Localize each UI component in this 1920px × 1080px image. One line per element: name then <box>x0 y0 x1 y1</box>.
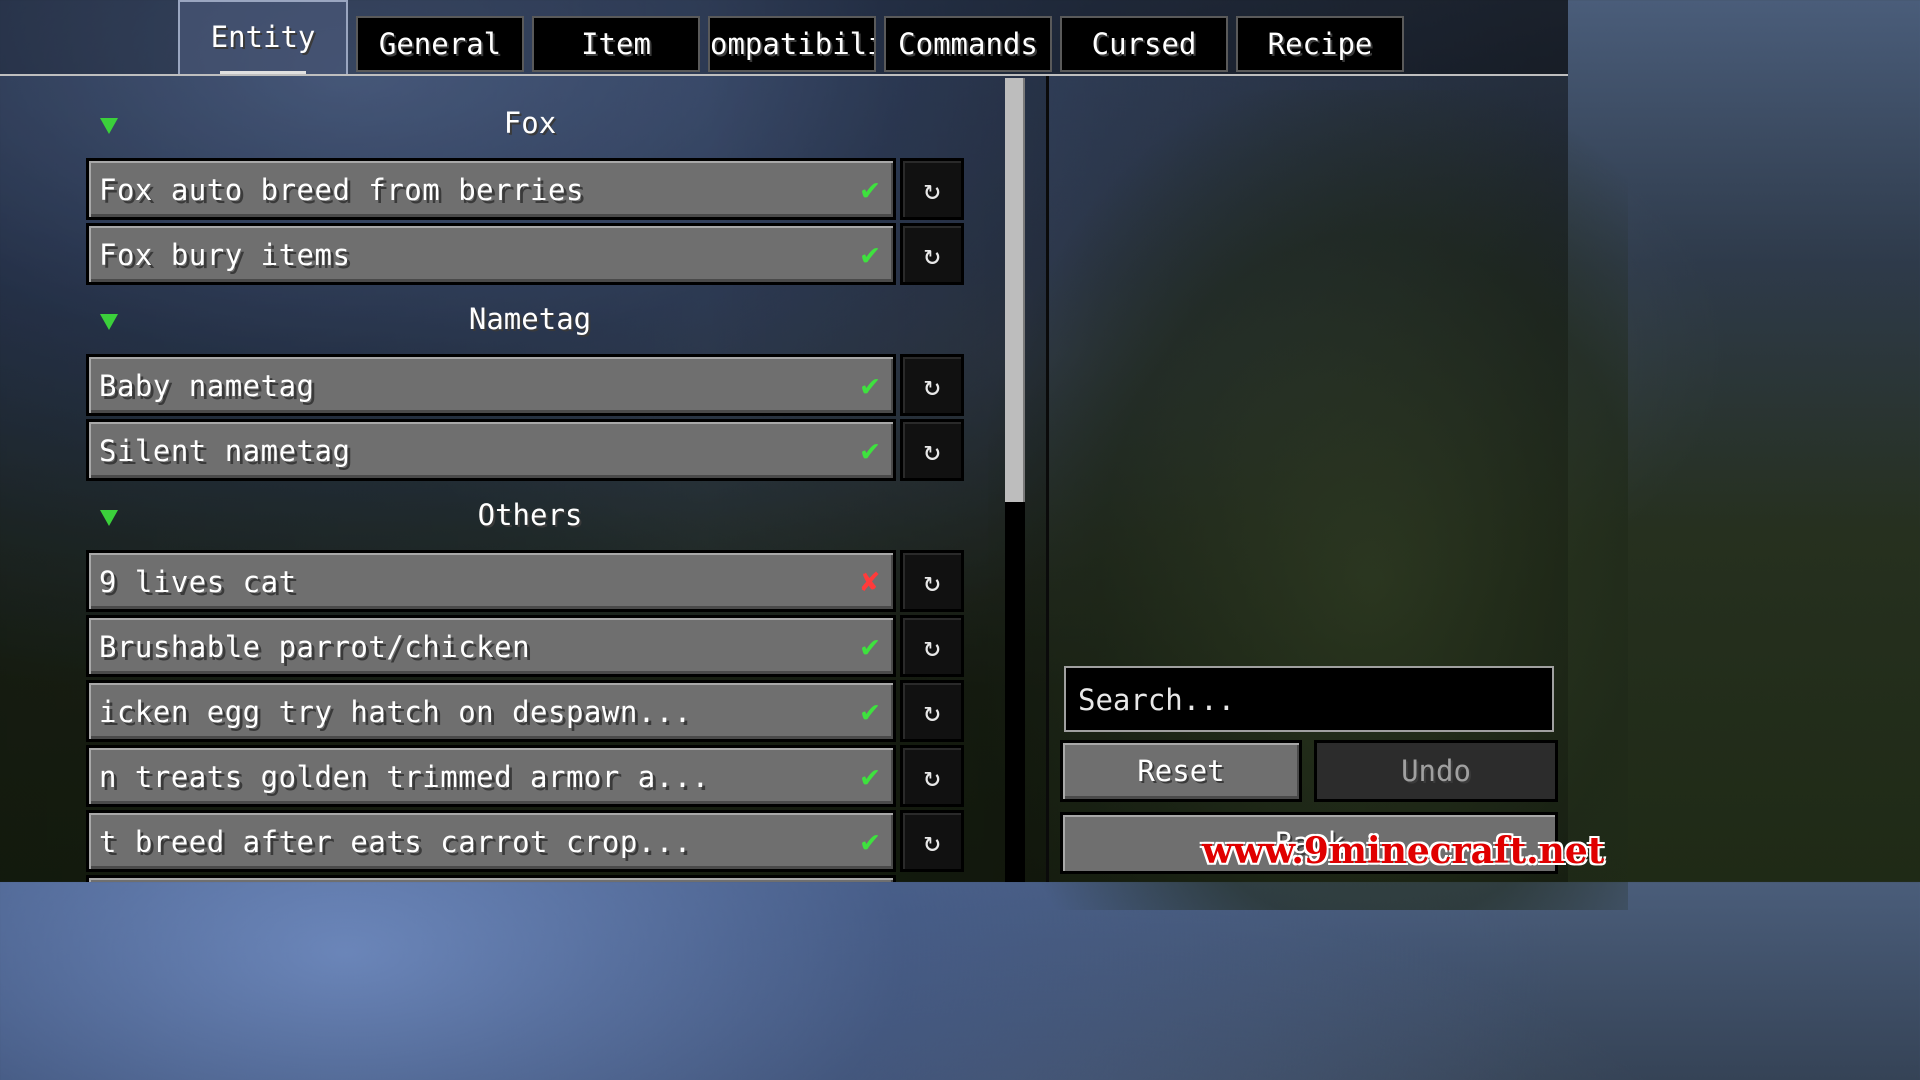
option-label: n treats golden trimmed armor a... <box>99 760 710 794</box>
tab-bar: Entity General Item ompatibility Command… <box>0 0 1568 76</box>
tab-general[interactable]: General <box>356 16 524 72</box>
undo-button[interactable]: Undo <box>1314 740 1558 802</box>
category-others[interactable]: Others <box>0 498 1000 538</box>
toggle-option[interactable]: Baby nametag ✔ <box>86 354 896 416</box>
reset-option-button[interactable]: ↻ <box>900 354 964 416</box>
check-icon: ✔ <box>860 824 880 859</box>
reset-arrow-icon: ↻ <box>923 237 941 271</box>
option-label: Fox bury items <box>99 238 351 272</box>
category-fox[interactable]: Fox <box>0 106 1000 146</box>
tab-commands[interactable]: Commands <box>884 16 1052 72</box>
reset-arrow-icon: ↻ <box>923 759 941 793</box>
list-item: n treats golden trimmed armor a... ✔ ↻ <box>86 745 964 807</box>
category-title: Others <box>477 498 583 532</box>
list-item: icken egg try hatch on despawn... ✔ ↻ <box>86 680 964 742</box>
list-item: Silent nametag ✔ ↻ <box>86 419 964 481</box>
toggle-option[interactable] <box>86 875 896 882</box>
scrollbar[interactable] <box>1005 78 1025 882</box>
check-icon: ✔ <box>860 694 880 729</box>
option-label: 9 lives cat <box>99 565 297 599</box>
toggle-option[interactable]: n treats golden trimmed armor a... ✔ <box>86 745 896 807</box>
list-item: t breed after eats carrot crop... ✔ ↻ <box>86 810 964 872</box>
toggle-option[interactable]: Fox auto breed from berries ✔ <box>86 158 896 220</box>
reset-arrow-icon: ↻ <box>923 694 941 728</box>
list-item: Brushable parrot/chicken ✔ ↻ <box>86 615 964 677</box>
check-icon: ✔ <box>860 759 880 794</box>
tab-item[interactable]: Item <box>532 16 700 72</box>
option-label: Silent nametag <box>99 434 351 468</box>
search-box[interactable] <box>1064 666 1554 732</box>
list-item: Fox bury items ✔ ↻ <box>86 223 964 285</box>
category-title: Nametag <box>468 302 592 336</box>
option-label: Baby nametag <box>99 369 315 403</box>
check-icon: ✔ <box>860 629 880 664</box>
tab-cursed[interactable]: Cursed <box>1060 16 1228 72</box>
tab-entity[interactable]: Entity <box>178 0 348 74</box>
watermark: www.9minecraft.net <box>1202 830 1605 872</box>
toggle-option[interactable]: Fox bury items ✔ <box>86 223 896 285</box>
search-input[interactable] <box>1076 668 1540 732</box>
reset-arrow-icon: ↻ <box>923 824 941 858</box>
option-label: Fox auto breed from berries <box>99 173 584 207</box>
toggle-option[interactable]: icken egg try hatch on despawn... ✔ <box>86 680 896 742</box>
tabs-container: Entity General Item ompatibility Command… <box>178 0 1404 74</box>
check-icon: ✔ <box>860 172 880 207</box>
reset-option-button[interactable]: ↻ <box>900 158 964 220</box>
scrollbar-thumb[interactable] <box>1005 78 1025 502</box>
list-item: 9 lives cat ✘ ↻ <box>86 550 964 612</box>
reset-option-button[interactable]: ↻ <box>900 419 964 481</box>
reset-arrow-icon: ↻ <box>923 629 941 663</box>
list-item <box>86 875 964 882</box>
list-item: Baby nametag ✔ ↻ <box>86 354 964 416</box>
reset-arrow-icon: ↻ <box>923 172 941 206</box>
toggle-option[interactable]: 9 lives cat ✘ <box>86 550 896 612</box>
tab-recipe[interactable]: Recipe <box>1236 16 1404 72</box>
category-nametag[interactable]: Nametag <box>0 302 1000 342</box>
check-icon: ✔ <box>860 368 880 403</box>
reset-option-button[interactable]: ↻ <box>900 745 964 807</box>
reset-option-button[interactable]: ↻ <box>900 810 964 872</box>
option-label: icken egg try hatch on despawn... <box>99 695 692 729</box>
toggle-option[interactable]: Brushable parrot/chicken ✔ <box>86 615 896 677</box>
category-title: Fox <box>503 106 557 140</box>
list-item: Fox auto breed from berries ✔ ↻ <box>86 158 964 220</box>
option-label: t breed after eats carrot crop... <box>99 825 692 859</box>
cross-icon: ✘ <box>860 564 880 599</box>
reset-arrow-icon: ↻ <box>923 564 941 598</box>
check-icon: ✔ <box>860 237 880 272</box>
panel-divider <box>1046 76 1049 882</box>
reset-arrow-icon: ↻ <box>923 433 941 467</box>
option-label: Brushable parrot/chicken <box>99 630 531 664</box>
reset-option-button[interactable]: ↻ <box>900 680 964 742</box>
check-icon: ✔ <box>860 433 880 468</box>
toggle-option[interactable]: Silent nametag ✔ <box>86 419 896 481</box>
tab-compatibility[interactable]: ompatibility <box>708 16 876 72</box>
reset-arrow-icon: ↻ <box>923 368 941 402</box>
reset-option-button[interactable]: ↻ <box>900 550 964 612</box>
toggle-option[interactable]: t breed after eats carrot crop... ✔ <box>86 810 896 872</box>
reset-button[interactable]: Reset <box>1060 740 1302 802</box>
reset-option-button[interactable]: ↻ <box>900 223 964 285</box>
reset-option-button[interactable]: ↻ <box>900 615 964 677</box>
